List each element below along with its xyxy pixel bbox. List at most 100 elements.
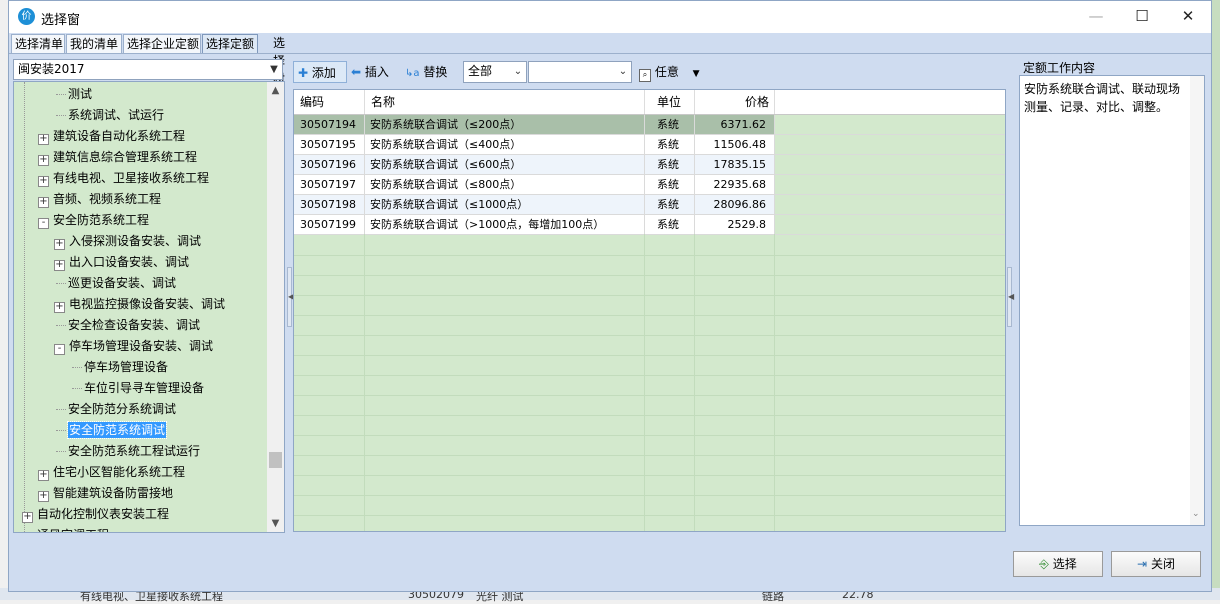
tab-select-material[interactable]: 选择材料 (267, 34, 291, 104)
work-content-panel: 安防系统联合调试、联动现场测量、记录、对比、调整。 ⌄ (1019, 75, 1205, 526)
add-button[interactable]: ✚ 添加 (293, 61, 347, 83)
tree-node[interactable]: 安全防范分系统调试 (56, 399, 176, 420)
table-row[interactable]: 30507195 安防系统联合调试（≤400点） 系统 11506.48 (294, 135, 1005, 155)
tree-node[interactable]: + 住宅小区智能化系统工程 (38, 462, 185, 483)
tree-node[interactable]: + 建筑信息综合管理系统工程 (38, 147, 197, 168)
tree-node[interactable]: 停车场管理设备 (72, 357, 169, 378)
tree-node[interactable]: 系统调试、试运行 (56, 105, 164, 126)
tree-node[interactable]: +通风空调工程 (22, 525, 109, 532)
tab-my-list[interactable]: 我的清单 (66, 34, 122, 53)
table-row[interactable]: 30507198 安防系统联合调试（≤1000点） 系统 28096.86 (294, 195, 1005, 215)
tree-node[interactable]: + 出入口设备安装、调试 (54, 252, 189, 273)
cell-code: 30507199 (294, 215, 365, 235)
tree-node[interactable]: - 安全防范系统工程 (38, 210, 149, 231)
cell-code: 30507194 (294, 115, 365, 135)
left-splitter[interactable]: ◀ (287, 267, 294, 327)
column-header-unit[interactable]: 单位 (645, 90, 695, 114)
empty-row (294, 275, 1005, 296)
expand-icon[interactable]: + (38, 176, 49, 187)
expand-icon[interactable]: + (38, 134, 49, 145)
tree-node[interactable]: + 建筑设备自动化系统工程 (38, 126, 185, 147)
empty-row (294, 235, 1005, 256)
tree-node[interactable]: + 入侵探测设备安装、调试 (54, 231, 201, 252)
work-content-text: 安防系统联合调试、联动现场测量、记录、对比、调整。 (1024, 82, 1181, 114)
select-button[interactable]: ⎆ 选择 (1013, 551, 1103, 577)
background-app-edge (1212, 0, 1220, 600)
empty-row (294, 255, 1005, 276)
tab-divider (9, 53, 1211, 54)
row-filler (775, 175, 1005, 195)
tree-node[interactable]: + 音频、视频系统工程 (38, 189, 161, 210)
expand-icon[interactable]: + (38, 470, 49, 481)
column-header-price[interactable]: 价格 (695, 90, 775, 114)
column-header-name[interactable]: 名称 (365, 90, 645, 114)
tree-node[interactable]: 安全防范系统调试 (56, 420, 168, 441)
table-row[interactable]: 30507196 安防系统联合调试（≤600点） 系统 17835.15 (294, 155, 1005, 175)
replace-button[interactable]: ↳a 替换 (405, 61, 447, 83)
expand-icon[interactable]: + (38, 197, 49, 208)
table-row[interactable]: 30507199 安防系统联合调试（>1000点，每增加100点） 系统 2529.8 (294, 215, 1005, 235)
cell-name: 安防系统联合调试（≤600点） (365, 155, 645, 175)
filter-select[interactable]: 全部 ⌄ (463, 61, 527, 83)
close-button[interactable]: ⇥ 关闭 (1111, 551, 1201, 577)
close-button-label: 关闭 (1151, 557, 1176, 571)
caret-down-icon[interactable]: ▼ (693, 69, 700, 79)
table-row[interactable]: 30507197 安防系统联合调试（≤800点） 系统 22935.68 (294, 175, 1005, 195)
tree-node[interactable]: + 自动化控制仪表安装工程 (22, 504, 169, 525)
table-row[interactable]: 30507194 安防系统联合调试（≤200点） 系统 6371.62 (294, 115, 1005, 135)
tree-node-label: 停车场管理设备 (84, 360, 169, 374)
library-select[interactable]: 闽安装2017 ▼ (13, 59, 283, 80)
tree-node[interactable]: 安全防范系统工程试运行 (56, 441, 200, 462)
plus-icon: ✚ (298, 66, 309, 80)
tree-scrollbar[interactable]: ▲ ▼ (267, 82, 284, 532)
expand-icon[interactable]: + (54, 260, 65, 271)
minimize-button[interactable]: — (1073, 1, 1119, 33)
tree-node[interactable]: 巡更设备安装、调试 (56, 273, 176, 294)
expand-icon[interactable]: + (38, 491, 49, 502)
tree-node[interactable]: + 电视监控摄像设备安装、调试 (54, 294, 225, 315)
chevron-down-icon[interactable]: ⌄ (1192, 505, 1200, 523)
chevron-down-icon[interactable]: ⌄ (510, 62, 526, 81)
tree-node[interactable]: + 智能建筑设备防雷接地 (38, 483, 173, 504)
maximize-button[interactable]: ☐ (1119, 1, 1165, 33)
cell-name: 安防系统联合调试（≤200点） (365, 115, 645, 135)
chevron-down-icon[interactable]: ▼ (266, 60, 282, 79)
tab-select-list[interactable]: 选择清单 (11, 34, 65, 53)
collapse-icon[interactable]: - (54, 344, 65, 355)
match-mode-button[interactable]: ⌕ 任意 ▼ (639, 61, 700, 83)
expand-icon[interactable]: + (22, 512, 33, 523)
search-combo[interactable]: ⌄ (528, 61, 632, 83)
scroll-up-icon[interactable]: ▲ (267, 82, 284, 99)
tree-node[interactable]: 车位引导寻车管理设备 (72, 378, 204, 399)
column-header-code[interactable]: 编码 (294, 90, 365, 114)
exit-door-icon: ⇥ (1136, 557, 1148, 571)
collapse-icon[interactable]: - (38, 218, 49, 229)
right-splitter[interactable]: ◀ (1007, 267, 1014, 327)
close-window-button[interactable]: ✕ (1165, 1, 1211, 33)
empty-row (294, 455, 1005, 476)
tree-node[interactable]: 测试 (56, 84, 92, 105)
quota-grid: 编码 名称 单位 价格 30507194 安防系统联合调试（≤200点） 系统 637… (293, 89, 1006, 532)
app-icon: 价 (18, 8, 35, 25)
cell-name: 安防系统联合调试（≤800点） (365, 175, 645, 195)
empty-row (294, 295, 1005, 316)
select-window: 价 选择窗 — ☐ ✕ 选择清单 我的清单 选择企业定额 选择定额 选择材料 闽… (8, 0, 1212, 592)
search-icon: ⌕ (639, 69, 651, 82)
chevron-down-icon[interactable]: ⌄ (615, 62, 631, 81)
quota-tree: 测试 系统调试、试运行 + 建筑设备自动化系统工程 + 建筑信息综合管理系统工程 + 有线电视… (13, 81, 285, 533)
tree-node[interactable]: + 有线电视、卫星接收系统工程 (38, 168, 209, 189)
insert-button[interactable]: ⬅ 插入 (351, 61, 389, 83)
cell-code: 30507197 (294, 175, 365, 195)
filter-select-value: 全部 (468, 64, 493, 78)
row-filler (775, 135, 1005, 155)
expand-icon[interactable]: + (54, 239, 65, 250)
scroll-down-icon[interactable]: ▼ (267, 515, 284, 532)
tree-node[interactable]: - 停车场管理设备安装、调试 (54, 336, 213, 357)
tree-node[interactable]: 安全检查设备安装、调试 (56, 315, 200, 336)
tab-select-enterprise-quota[interactable]: 选择企业定额 (123, 34, 201, 53)
tab-select-quota[interactable]: 选择定额 (202, 34, 258, 53)
expand-icon[interactable]: + (54, 302, 65, 313)
work-content-scrollbar[interactable]: ⌄ (1190, 76, 1204, 525)
expand-icon[interactable]: + (38, 155, 49, 166)
scroll-thumb[interactable] (269, 452, 282, 468)
